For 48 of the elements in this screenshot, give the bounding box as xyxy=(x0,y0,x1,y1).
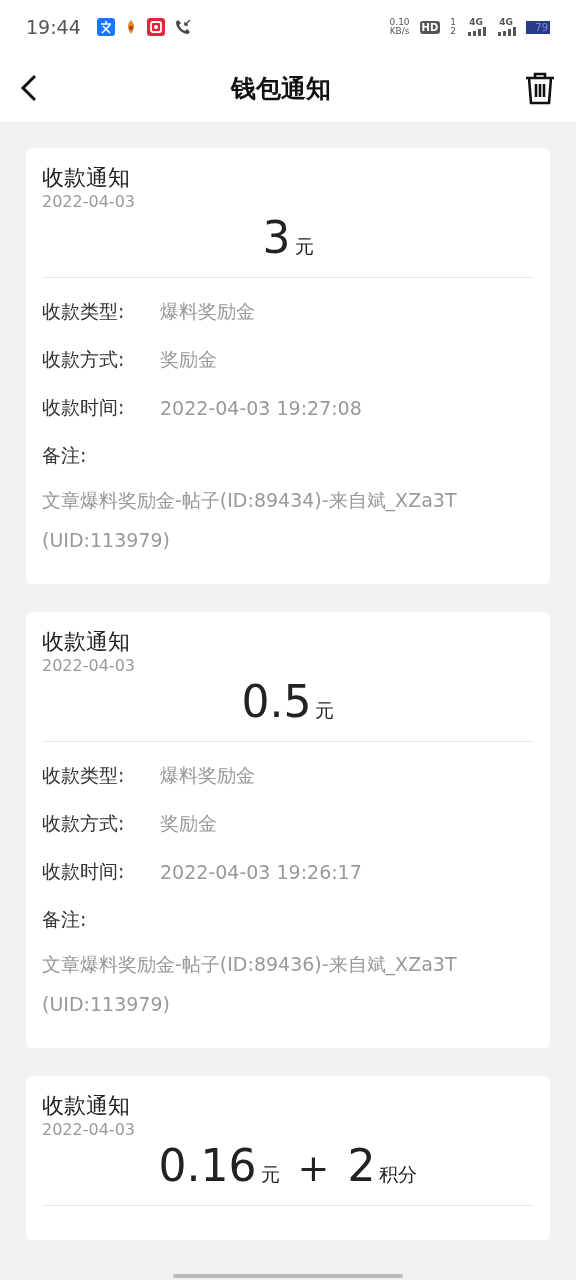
field-label: 收款时间: xyxy=(42,395,126,420)
field-value: 奖励金 xyxy=(160,347,217,372)
field-value: 爆料奖励金 xyxy=(160,763,255,788)
amount-unit: 元 xyxy=(294,234,314,259)
delete-button[interactable] xyxy=(524,71,556,105)
amount-number: 3 xyxy=(262,212,291,263)
sim-label: 1 xyxy=(450,18,456,27)
notice-title: 收款通知 xyxy=(42,164,131,192)
field-value: 2022-04-03 19:27:08 xyxy=(160,397,362,419)
field-value: 爆料奖励金 xyxy=(160,299,255,324)
page-title: 钱包通知 xyxy=(231,72,331,105)
network-speed: 0.10 xyxy=(389,18,410,27)
notice-title: 收款通知 xyxy=(42,628,131,656)
status-time: 19:44 xyxy=(26,16,81,38)
speed-unit: KB/s xyxy=(389,27,410,36)
amount-number: 0.5 xyxy=(241,676,312,727)
app-icon xyxy=(146,18,165,36)
field-label: 备注: xyxy=(42,443,88,468)
battery-level: 79 xyxy=(526,20,550,34)
field-label: 收款类型: xyxy=(42,763,126,788)
notice-title: 收款通知 xyxy=(42,1092,131,1120)
signal-icon xyxy=(496,27,516,36)
phone-icon xyxy=(174,19,191,35)
plus-sign: + xyxy=(297,1146,330,1190)
remark-text: 文章爆料奖励金-帖子(ID:89434)-来自斌_XZa3T (UID:113979) xyxy=(42,488,458,553)
field-label: 收款时间: xyxy=(42,859,126,884)
amount-unit: 元 xyxy=(315,698,335,723)
field-label: 备注: xyxy=(42,907,88,932)
field-value: 奖励金 xyxy=(160,811,217,836)
hd-badge: HD xyxy=(419,20,441,34)
network-label: 4G xyxy=(469,18,483,27)
field-label: 收款类型: xyxy=(42,299,126,324)
app-icon xyxy=(96,18,115,36)
amount-number: 0.16 xyxy=(158,1140,257,1191)
field-value: 2022-04-03 19:26:17 xyxy=(160,861,362,883)
notice-date: 2022-04-03 xyxy=(42,1120,136,1140)
back-button[interactable] xyxy=(20,73,38,103)
amount-unit: 元 xyxy=(260,1162,280,1187)
notice-date: 2022-04-03 xyxy=(42,656,136,676)
network-label: 4G xyxy=(499,18,513,27)
signal-icon xyxy=(466,27,486,36)
notice-date: 2022-04-03 xyxy=(42,192,136,212)
sim-label: 2 xyxy=(450,27,456,36)
amount-number: 2 xyxy=(347,1140,376,1191)
field-label: 收款方式: xyxy=(42,347,126,372)
amount-unit: 积分 xyxy=(379,1162,418,1187)
field-label: 收款方式: xyxy=(42,811,126,836)
remark-text: 文章爆料奖励金-帖子(ID:89436)-来自斌_XZa3T (UID:113979) xyxy=(42,952,458,1017)
